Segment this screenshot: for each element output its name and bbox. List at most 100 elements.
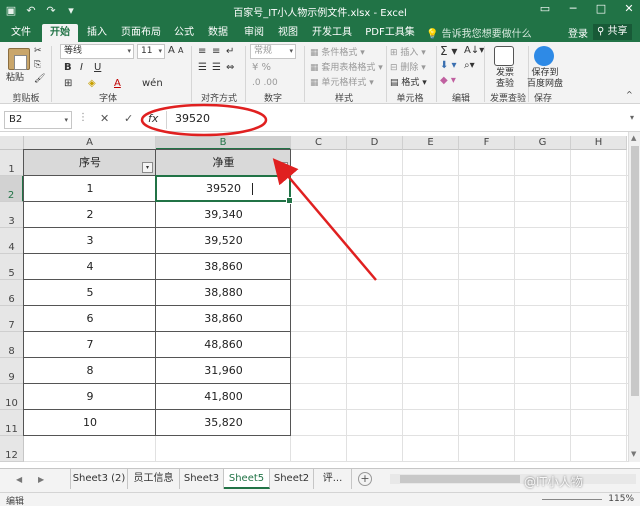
sheet-prev-icon[interactable]: ◀ [16,475,22,484]
vertical-scroll-thumb[interactable] [631,146,639,396]
column-header-a[interactable]: A [24,136,156,150]
column-header-g[interactable]: G [515,136,571,150]
align-center-icon[interactable]: ☰ [212,62,221,73]
share-button[interactable]: ⚲ 共享 [593,24,632,40]
align-top-icon[interactable]: ≡ [198,46,206,57]
tab-page-layout[interactable]: 页面布局 [116,24,166,42]
cell-index[interactable]: 2 [24,202,156,228]
collapse-ribbon-icon[interactable]: ^ [626,90,633,99]
align-middle-icon[interactable]: ≡ [212,46,220,57]
row-header-12[interactable]: 12 [0,436,24,462]
tab-review[interactable]: 审阅 [238,24,270,42]
column-header-h[interactable]: H [571,136,627,150]
cell-styles-button[interactable]: ▦ 单元格样式 ▾ [310,75,374,88]
merge-cells-icon[interactable]: ⇔ [226,62,234,73]
decimal-icon[interactable]: .0 .00 [252,78,278,88]
active-cell-outline[interactable] [155,175,293,204]
cell-weight[interactable]: 38,860 [156,254,291,280]
cell-weight[interactable]: 48,860 [156,332,291,358]
invoice-check-button-label[interactable]: 发票 查验 [492,68,518,90]
row-header-8[interactable]: 8 [0,332,24,358]
tab-developer[interactable]: 开发工具 [308,24,356,42]
insert-cells-button[interactable]: ⊞ 插入 ▾ [390,45,426,58]
sheet-tab-sheet3-2[interactable]: Sheet3 (2) [70,469,128,489]
fill-icon[interactable]: ⬇ ▾ [440,60,457,71]
worksheet-grid[interactable]: ABCDEFGH 1 2 3 4 5 6 7 8 9 10 11 12 序号 ▾ 净重 ▾ 1 39520 2 39… [0,136,628,462]
row-header-5[interactable]: 5 [0,254,24,280]
paste-icon[interactable] [8,48,30,70]
number-format-combo[interactable]: 常规 ▾ [250,44,296,59]
column-header-f[interactable]: F [459,136,515,150]
sheet-tab-sheet5[interactable]: Sheet5 [224,469,270,489]
cell-index[interactable]: 7 [24,332,156,358]
format-painter-icon[interactable]: 🖌 [34,74,45,84]
vertical-scrollbar[interactable]: ▲ ▼ [628,132,640,462]
column-header-b[interactable]: B [156,136,291,150]
cut-icon[interactable]: ✂ [34,46,42,56]
row-header-3[interactable]: 3 [0,202,24,228]
wrap-text-icon[interactable]: ↵ [226,46,234,57]
horizontal-scroll-thumb[interactable] [400,475,520,483]
borders-icon[interactable]: ⊞ [64,78,72,89]
table-header-weight[interactable]: 净重 [156,150,291,176]
tab-formulas[interactable]: 公式 [168,24,200,42]
sort-filter-icon[interactable]: A↓▾ [464,45,484,56]
decrease-font-icon[interactable]: A [178,46,183,55]
paste-button-label[interactable]: 粘贴 [6,70,24,83]
table-format-button[interactable]: ▦ 套用表格格式 ▾ [310,60,383,73]
autosum-icon[interactable]: Σ ▾ [440,44,457,58]
close-button[interactable]: ✕ [622,2,636,15]
tab-pdf-tools[interactable]: PDF工具集 [362,24,418,42]
align-left-icon[interactable]: ☰ [198,62,207,73]
select-all-corner[interactable] [0,136,24,150]
add-sheet-icon[interactable]: + [358,472,372,486]
sheet-tab-sheet3[interactable]: Sheet3 [180,469,224,489]
cell-index[interactable]: 6 [24,306,156,332]
cell-weight[interactable]: 38,880 [156,280,291,306]
font-name-combo[interactable]: 等线 ▾ [60,44,134,59]
sheet-next-icon[interactable]: ▶ [38,475,44,484]
sheet-tab-more[interactable]: 评... [314,469,352,489]
cell-weight[interactable]: 39,340 [156,202,291,228]
row-header-9[interactable]: 9 [0,358,24,384]
row-header-11[interactable]: 11 [0,410,24,436]
font-size-combo[interactable]: 11 ▾ [137,44,165,59]
baidu-cloud-icon[interactable] [534,46,554,66]
delete-cells-button[interactable]: ⊟ 删除 ▾ [390,60,426,73]
fill-color-icon[interactable]: ◈ [88,78,96,89]
find-select-icon[interactable]: ⌕▾ [464,60,475,71]
conditional-format-button[interactable]: ▦ 条件格式 ▾ [310,45,365,58]
formula-input[interactable]: 39520 [166,111,621,129]
cell-weight[interactable]: 35,820 [156,410,291,436]
font-color-icon[interactable]: A [114,78,121,89]
format-cells-button[interactable]: ▤ 格式 ▾ [390,75,427,88]
sheet-tab-sheet2[interactable]: Sheet2 [270,469,314,489]
maximize-button[interactable]: □ [594,2,608,15]
row-header-7[interactable]: 7 [0,306,24,332]
filter-dropdown-icon[interactable]: ▾ [277,162,288,173]
clear-icon[interactable]: ◆ ▾ [440,75,456,86]
cell-index[interactable]: 9 [24,384,156,410]
login-link[interactable]: 登录 [568,25,588,40]
cell-index[interactable]: 10 [24,410,156,436]
increase-font-icon[interactable]: A [168,45,175,56]
bold-icon[interactable]: B [64,62,72,73]
name-box[interactable]: B2 ▾ [4,111,72,129]
filter-dropdown-icon[interactable]: ▾ [142,162,153,173]
ribbon-display-icon[interactable]: ▭ [538,2,552,15]
cell-index[interactable]: 4 [24,254,156,280]
tab-home[interactable]: 开始 [42,24,78,42]
cell-weight[interactable]: 41,800 [156,384,291,410]
cell-index[interactable]: 3 [24,228,156,254]
tab-data[interactable]: 数据 [202,24,234,42]
cell-weight[interactable]: 31,960 [156,358,291,384]
copy-icon[interactable]: ⎘ [34,60,41,70]
column-header-e[interactable]: E [403,136,459,150]
enter-icon[interactable]: ✓ [124,112,133,125]
row-header-4[interactable]: 4 [0,228,24,254]
invoice-check-icon[interactable] [494,46,514,66]
tell-me-box[interactable]: 💡 告诉我您想要做什么 [426,25,532,40]
zoom-level[interactable]: 115% [608,494,634,504]
row-header-10[interactable]: 10 [0,384,24,410]
tab-file[interactable]: 文件 [4,24,38,42]
